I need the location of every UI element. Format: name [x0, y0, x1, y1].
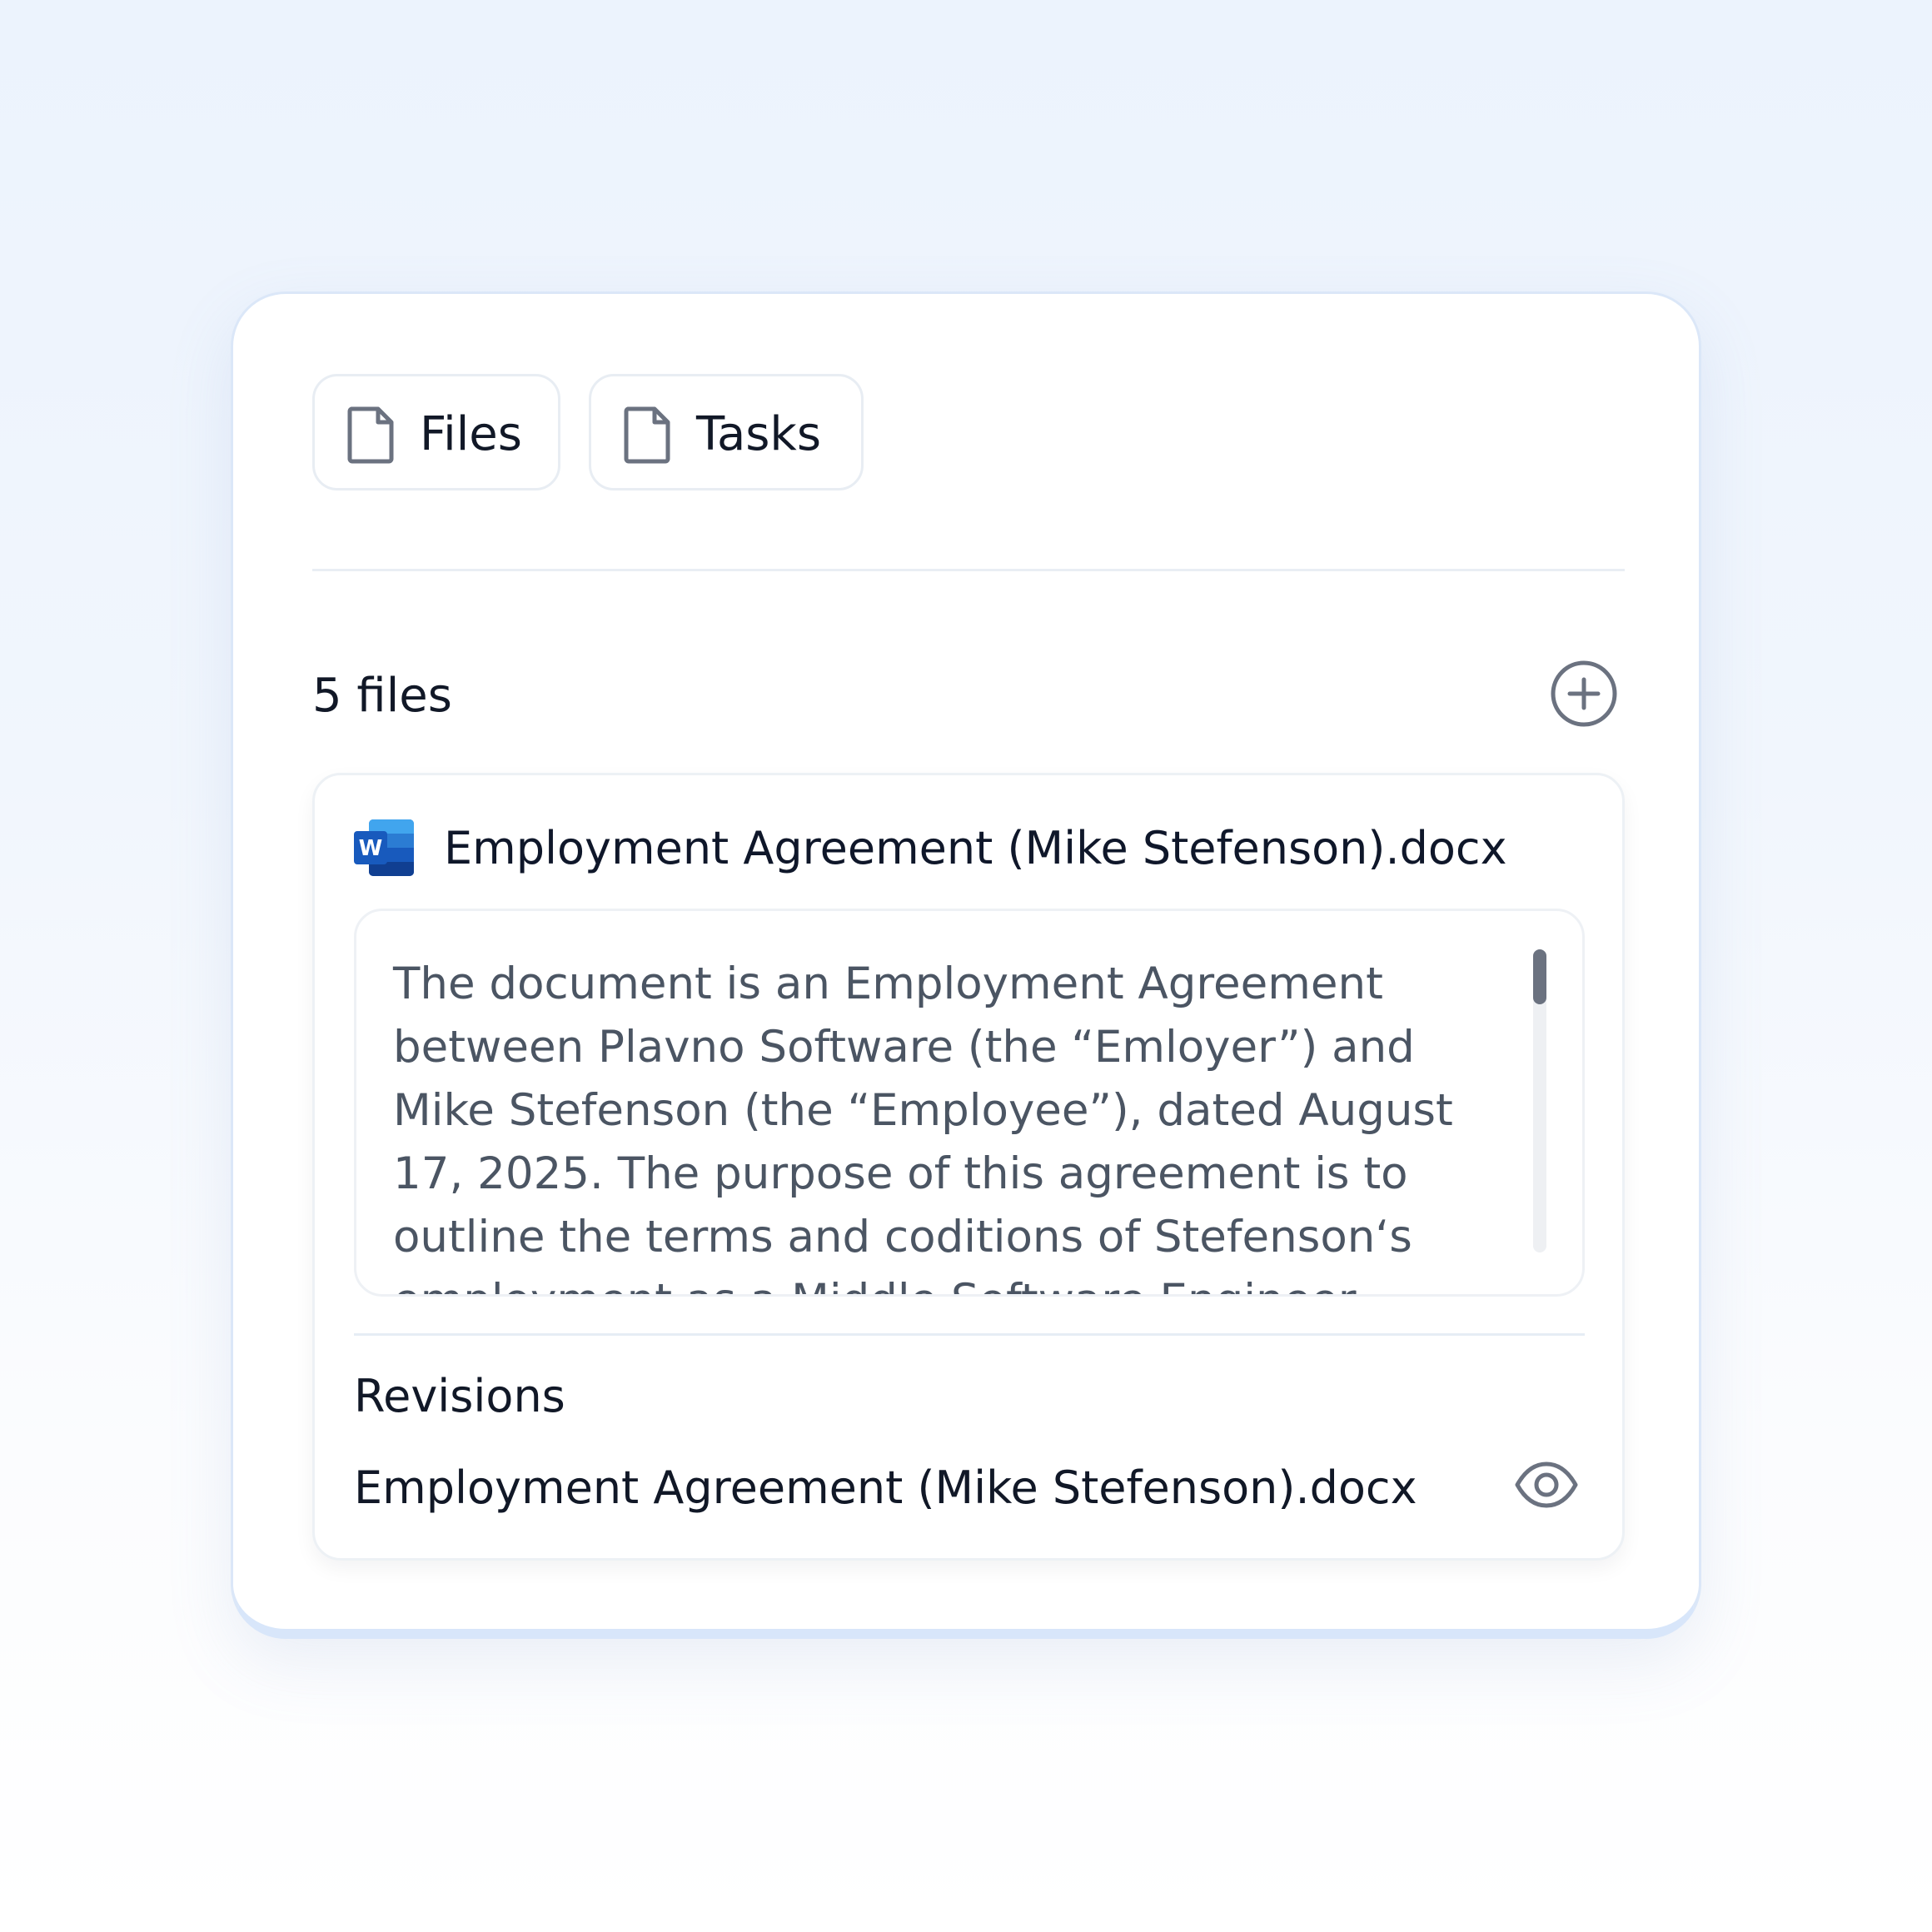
file-summary-text: The document is an Employment Agreement …: [393, 959, 1453, 1294]
card-divider: [354, 1333, 1585, 1336]
file-card: W Employment Agreement (Mike Stefenson).…: [312, 773, 1625, 1561]
files-panel: Files Tasks 5 files W Employment Agreeme…: [231, 291, 1701, 1639]
tab-tasks-label: Tasks: [696, 407, 822, 461]
tab-files-label: Files: [420, 407, 522, 461]
scrollbar-thumb[interactable]: [1533, 949, 1546, 1004]
revisions-title: Revisions: [354, 1370, 565, 1422]
file-name: Employment Agreement (Mike Stefenson).do…: [444, 822, 1507, 874]
tab-tasks[interactable]: Tasks: [589, 374, 864, 490]
plus-circle-icon: [1551, 660, 1617, 727]
revision-file-name: Employment Agreement (Mike Stefenson).do…: [354, 1461, 1417, 1514]
file-icon: [623, 406, 671, 464]
svg-text:W: W: [359, 836, 383, 861]
section-divider: [312, 569, 1625, 571]
file-summary-box[interactable]: The document is an Employment Agreement …: [354, 909, 1585, 1297]
word-doc-icon: W: [354, 819, 414, 876]
scrollbar-track[interactable]: [1533, 949, 1546, 1252]
view-revision-button[interactable]: [1514, 1460, 1579, 1510]
add-file-button[interactable]: [1549, 659, 1619, 729]
tab-files[interactable]: Files: [312, 374, 560, 490]
files-count: 5 files: [312, 669, 452, 723]
file-icon: [346, 406, 395, 464]
eye-icon: [1515, 1461, 1578, 1508]
